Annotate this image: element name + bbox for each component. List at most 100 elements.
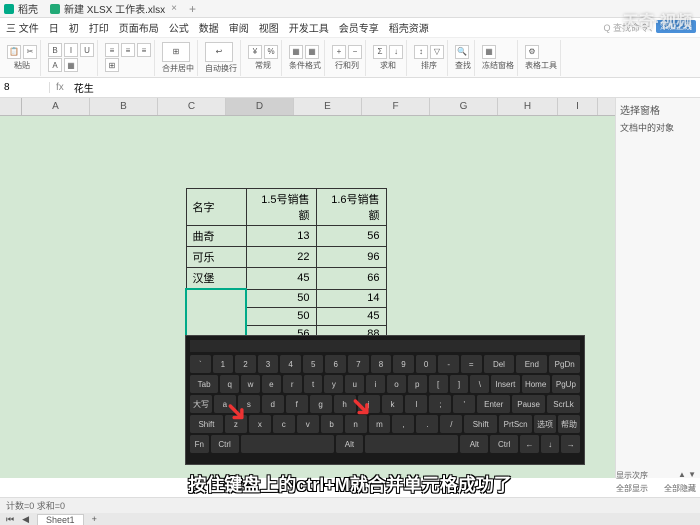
key-Alt[interactable]: Alt (336, 435, 364, 453)
delete-button[interactable]: − (348, 45, 362, 59)
name-box[interactable]: 8 (0, 82, 50, 93)
key-Fn[interactable]: Fn (190, 435, 209, 453)
key-[[interactable]: [ (429, 375, 448, 393)
key-l[interactable]: l (405, 395, 427, 413)
col-C[interactable]: C (158, 98, 226, 115)
key-2[interactable]: 2 (235, 355, 256, 373)
sum-button[interactable]: Σ (373, 45, 387, 59)
key-帮助[interactable]: 帮助 (558, 415, 580, 433)
key-.[interactable]: . (416, 415, 438, 433)
menu-2[interactable]: 初 (69, 20, 79, 35)
header-v1[interactable]: 1.5号销售额 (246, 189, 316, 226)
freeze-button[interactable]: ▦ (482, 45, 496, 59)
key-x[interactable]: x (249, 415, 271, 433)
key-][interactable]: ] (450, 375, 469, 393)
key-c[interactable]: c (273, 415, 295, 433)
key-e[interactable]: e (262, 375, 281, 393)
key-r[interactable]: r (283, 375, 302, 393)
sort-button[interactable]: ↕ (414, 45, 428, 59)
paste-button[interactable]: 📋 (7, 45, 21, 59)
align-center-button[interactable]: ≡ (121, 43, 135, 57)
key-Shift[interactable]: Shift (190, 415, 223, 433)
key-f[interactable]: f (286, 395, 308, 413)
key-y[interactable]: y (324, 375, 343, 393)
key-Shift[interactable]: Shift (464, 415, 497, 433)
merge-button[interactable]: ⊞ (105, 58, 119, 72)
col-H[interactable]: H (498, 98, 558, 115)
align-right-button[interactable]: ≡ (137, 43, 151, 57)
key-5[interactable]: 5 (303, 355, 324, 373)
table-format-button[interactable]: ▦ (305, 45, 319, 59)
find-button[interactable]: 🔍 (455, 45, 469, 59)
prev-sheet-button[interactable]: ◀ (22, 514, 29, 525)
filter-button[interactable]: ▽ (430, 45, 444, 59)
col-I[interactable]: I (558, 98, 598, 115)
cond-format-button[interactable]: ▦ (289, 45, 303, 59)
key-Ctrl[interactable]: Ctrl (490, 435, 518, 453)
col-B[interactable]: B (90, 98, 158, 115)
key-→[interactable]: → (561, 435, 580, 453)
key-'[interactable]: ' (453, 395, 475, 413)
key-t[interactable]: t (304, 375, 323, 393)
menu-11[interactable]: 稻壳资源 (389, 20, 429, 35)
header-v2[interactable]: 1.6号销售额 (316, 189, 386, 226)
align-left-button[interactable]: ≡ (105, 43, 119, 57)
col-E[interactable]: E (294, 98, 362, 115)
header-name[interactable]: 名字 (186, 189, 246, 226)
key-Ctrl[interactable]: Ctrl (211, 435, 239, 453)
key-space[interactable] (365, 435, 458, 453)
menu-1[interactable]: 日 (49, 20, 59, 35)
corner-cell[interactable] (0, 98, 22, 115)
menu-3[interactable]: 打印 (89, 20, 109, 35)
key-End[interactable]: End (516, 355, 547, 373)
key-PgUp[interactable]: PgUp (552, 375, 580, 393)
formula-input[interactable]: 花生 (70, 80, 98, 95)
key-;[interactable]: ; (429, 395, 451, 413)
underline-button[interactable]: U (80, 43, 94, 57)
key-d[interactable]: d (262, 395, 284, 413)
key-Pause[interactable]: Pause (512, 395, 545, 413)
key-o[interactable]: o (387, 375, 406, 393)
key-←[interactable]: ← (520, 435, 539, 453)
percent-button[interactable]: % (264, 45, 278, 59)
menu-6[interactable]: 数据 (199, 20, 219, 35)
key-7[interactable]: 7 (348, 355, 369, 373)
key-q[interactable]: q (220, 375, 239, 393)
col-A[interactable]: A (22, 98, 90, 115)
key-6[interactable]: 6 (325, 355, 346, 373)
close-icon[interactable]: × (171, 3, 177, 14)
fill-color-button[interactable]: ▦ (64, 58, 78, 72)
key-\[interactable]: \ (470, 375, 489, 393)
key-w[interactable]: w (241, 375, 260, 393)
col-G[interactable]: G (430, 98, 498, 115)
key-Insert[interactable]: Insert (491, 375, 519, 393)
col-F[interactable]: F (362, 98, 430, 115)
key-0[interactable]: 0 (416, 355, 437, 373)
key-,[interactable]: , (392, 415, 414, 433)
key-b[interactable]: b (321, 415, 343, 433)
key-Enter[interactable]: Enter (477, 395, 510, 413)
key-PgDn[interactable]: PgDn (549, 355, 580, 373)
first-sheet-button[interactable]: ⏮ (6, 514, 14, 525)
menu-4[interactable]: 页面布局 (119, 20, 159, 35)
key-4[interactable]: 4 (280, 355, 301, 373)
key-p[interactable]: p (408, 375, 427, 393)
key-9[interactable]: 9 (393, 355, 414, 373)
doc-tab[interactable]: 新建 XLSX 工作表.xlsx (50, 1, 165, 16)
key-↓[interactable]: ↓ (541, 435, 560, 453)
key-1[interactable]: 1 (213, 355, 234, 373)
key-Tab[interactable]: Tab (190, 375, 218, 393)
key-v[interactable]: v (297, 415, 319, 433)
italic-button[interactable]: I (64, 43, 78, 57)
fill-button[interactable]: ↓ (389, 45, 403, 59)
app-tab[interactable]: 稻壳 (4, 1, 38, 16)
key-=[interactable]: = (461, 355, 482, 373)
font-color-button[interactable]: A (48, 58, 62, 72)
key-/[interactable]: / (440, 415, 462, 433)
key--[interactable]: - (438, 355, 459, 373)
menu-9[interactable]: 开发工具 (289, 20, 329, 35)
key-`[interactable]: ` (190, 355, 211, 373)
key-大写[interactable]: 大写 (190, 395, 212, 413)
bold-button[interactable]: B (48, 43, 62, 57)
key-g[interactable]: g (310, 395, 332, 413)
